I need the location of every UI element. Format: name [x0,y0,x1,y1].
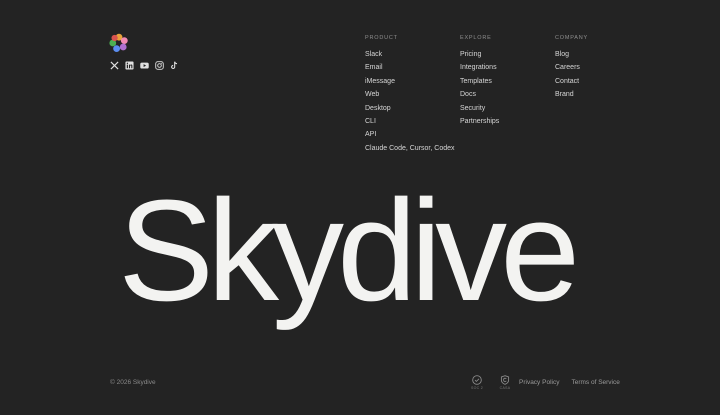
social-links [110,61,179,70]
check-shield-icon [472,375,482,385]
casa-badge: CASA [496,375,514,390]
footer-link-security[interactable]: Security [460,102,499,115]
soc2-badge: SOC 2 [468,375,486,390]
footer-link-docs[interactable]: Docs [460,88,499,101]
footer-link-contact[interactable]: Contact [555,75,588,88]
explore-column: EXPLORE Pricing Integrations Templates D… [460,35,499,128]
brand-wordmark: Skydive [118,170,580,331]
copyright-text: © 2026 Skydive [110,379,156,386]
footer-link-desktop[interactable]: Desktop [365,102,455,115]
footer-link-partnerships[interactable]: Partnerships [460,115,499,128]
footer-link-templates[interactable]: Templates [460,75,499,88]
footer-link-api[interactable]: API [365,128,455,141]
footer-link-integrations[interactable]: Integrations [460,61,499,74]
terms-of-service-link[interactable]: Terms of Service [571,379,619,386]
pinwheel-logo-icon[interactable] [109,33,129,53]
tiktok-icon[interactable] [170,61,179,70]
linkedin-icon[interactable] [125,61,134,70]
footer-link-email[interactable]: Email [365,61,455,74]
compliance-badges: SOC 2 CASA [468,375,514,390]
footer-page: PRODUCT Slack Email iMessage Web Desktop… [0,0,720,415]
footer-link-brand[interactable]: Brand [555,88,588,101]
privacy-policy-link[interactable]: Privacy Policy [519,379,559,386]
casa-label: CASA [499,386,511,390]
company-column-title: COMPANY [555,35,589,41]
legal-links: Privacy Policy Terms of Service [519,379,620,386]
footer-link-pricing[interactable]: Pricing [460,48,499,61]
youtube-icon[interactable] [140,61,149,70]
explore-column-title: EXPLORE [460,35,492,41]
company-column: COMPANY Blog Careers Contact Brand [555,35,588,102]
x-icon[interactable] [110,61,119,70]
footer-link-web[interactable]: Web [365,88,455,101]
footer-link-slack[interactable]: Slack [365,48,455,61]
footer-link-blog[interactable]: Blog [555,48,588,61]
product-column: PRODUCT Slack Email iMessage Web Desktop… [365,35,455,155]
product-column-title: PRODUCT [365,35,398,41]
soc2-label: SOC 2 [470,386,483,390]
footer-link-imessage[interactable]: iMessage [365,75,455,88]
shield-icon [500,375,510,385]
footer-link-coding-agents[interactable]: Claude Code, Cursor, Codex [365,142,455,155]
instagram-icon[interactable] [155,61,164,70]
footer-link-careers[interactable]: Careers [555,61,588,74]
footer-link-cli[interactable]: CLI [365,115,455,128]
